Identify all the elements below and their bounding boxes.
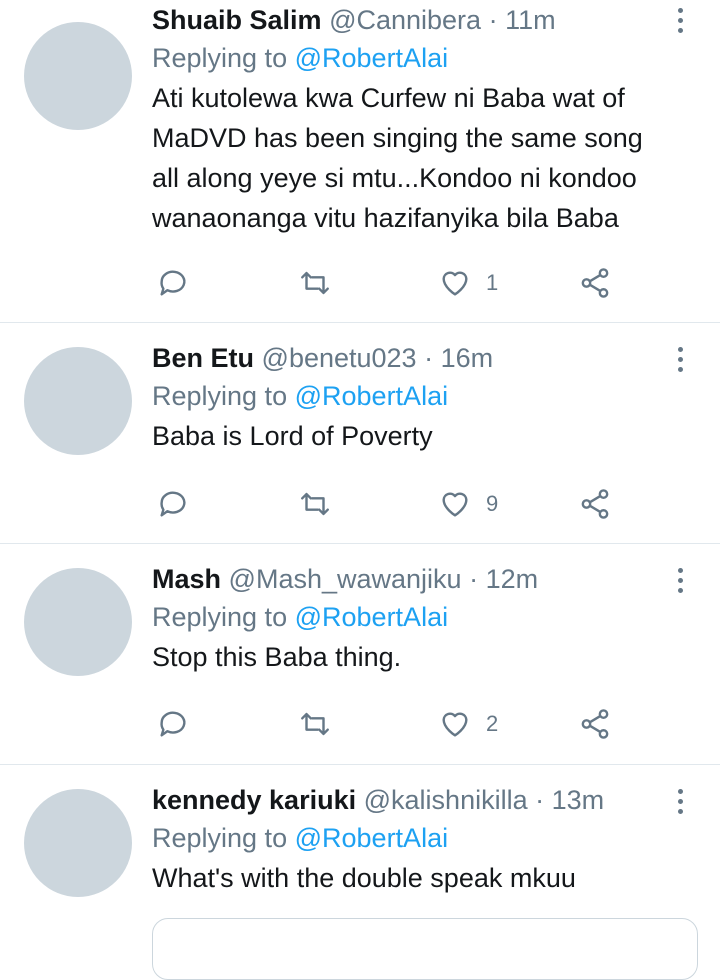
- heart-icon: [442, 271, 468, 296]
- reply-icon: [160, 270, 186, 296]
- share-icon: [581, 709, 609, 739]
- tweet-text-line: Baba is Lord of Poverty: [152, 421, 433, 451]
- tweet-header: Mash @Mash_wawanjiku · 12m: [152, 561, 680, 597]
- tweet-text: Ati kutolewa kwa Curfew ni Baba wat of M…: [152, 78, 680, 238]
- tweet-actions: 1: [152, 263, 632, 303]
- share-icon: [581, 268, 609, 298]
- tweet-actions: 9: [152, 484, 632, 524]
- mention-link[interactable]: @RobertAlai: [295, 43, 448, 73]
- tweet-text-line: What's with the double speak mkuu: [152, 863, 576, 893]
- display-name[interactable]: Shuaib Salim: [152, 5, 322, 35]
- tweet-actions: 2: [152, 704, 632, 744]
- separator: ·: [488, 5, 498, 35]
- share-button[interactable]: [578, 263, 612, 303]
- share-button[interactable]: [578, 484, 612, 524]
- tweet-text-line: all along yeye si mtu...Kondoo ni kondoo: [152, 163, 637, 193]
- separator: ·: [424, 343, 434, 373]
- user-handle[interactable]: @kalishnikilla: [364, 785, 528, 815]
- embedded-quote-card[interactable]: [152, 918, 698, 980]
- heart-icon: [442, 712, 468, 737]
- display-name[interactable]: Mash: [152, 564, 221, 594]
- replying-prefix: Replying to: [152, 823, 288, 853]
- tweet-item[interactable]: Shuaib Salim @Cannibera · 11m Replying t…: [0, 0, 720, 323]
- tweet-item[interactable]: Mash @Mash_wawanjiku · 12m Replying to @…: [0, 544, 720, 765]
- replying-to: Replying to @RobertAlai: [152, 376, 680, 416]
- reply-button[interactable]: [156, 704, 190, 744]
- tweet-header: Shuaib Salim @Cannibera · 11m: [152, 2, 680, 38]
- tweet-header: kennedy kariuki @kalishnikilla · 13m: [152, 782, 680, 818]
- reply-icon: [160, 491, 186, 517]
- avatar[interactable]: [24, 22, 132, 130]
- retweet-icon: [301, 712, 329, 736]
- avatar[interactable]: [24, 347, 132, 455]
- replying-prefix: Replying to: [152, 43, 288, 73]
- separator: ·: [469, 564, 479, 594]
- share-icon: [581, 489, 609, 519]
- replying-prefix: Replying to: [152, 381, 288, 411]
- replying-to: Replying to @RobertAlai: [152, 818, 680, 858]
- timestamp[interactable]: 11m: [505, 5, 556, 35]
- user-handle[interactable]: @Mash_wawanjiku: [229, 564, 462, 594]
- like-count: 9: [486, 491, 499, 516]
- tweet-text: Baba is Lord of Poverty: [152, 416, 680, 456]
- replying-prefix: Replying to: [152, 602, 288, 632]
- timestamp[interactable]: 16m: [441, 343, 494, 373]
- like-button[interactable]: 1: [438, 263, 498, 303]
- separator: ·: [535, 785, 545, 815]
- avatar[interactable]: [24, 568, 132, 676]
- tweet-item[interactable]: Ben Etu @benetu023 · 16m Replying to @Ro…: [0, 323, 720, 544]
- user-handle[interactable]: @Cannibera: [329, 5, 481, 35]
- tweet-text-line: MaDVD has been singing the same song: [152, 123, 643, 153]
- heart-icon: [442, 492, 468, 517]
- replying-to: Replying to @RobertAlai: [152, 38, 680, 78]
- display-name[interactable]: kennedy kariuki: [152, 785, 356, 815]
- reply-button[interactable]: [156, 263, 190, 303]
- display-name[interactable]: Ben Etu: [152, 343, 254, 373]
- timestamp[interactable]: 13m: [552, 785, 605, 815]
- timestamp[interactable]: 12m: [486, 564, 539, 594]
- like-count: 2: [486, 711, 499, 736]
- retweet-icon: [301, 492, 329, 516]
- user-handle[interactable]: @benetu023: [262, 343, 417, 373]
- tweet-text-line: Ati kutolewa kwa Curfew ni Baba wat of: [152, 83, 625, 113]
- tweet-text-line: wanaonanga vitu hazifanyika bila Baba: [152, 203, 619, 233]
- mention-link[interactable]: @RobertAlai: [295, 381, 448, 411]
- retweet-button[interactable]: [298, 484, 332, 524]
- like-count: 1: [486, 270, 499, 295]
- tweet-text: What's with the double speak mkuu: [152, 858, 680, 898]
- retweet-button[interactable]: [298, 263, 332, 303]
- mention-link[interactable]: @RobertAlai: [295, 823, 448, 853]
- like-button[interactable]: 2: [438, 704, 498, 744]
- tweet-text-line: Stop this Baba thing.: [152, 642, 402, 672]
- like-button[interactable]: 9: [438, 484, 498, 524]
- reply-icon: [160, 711, 186, 737]
- replying-to: Replying to @RobertAlai: [152, 597, 680, 637]
- reply-button[interactable]: [156, 484, 190, 524]
- retweet-icon: [301, 271, 329, 295]
- tweet-header: Ben Etu @benetu023 · 16m: [152, 340, 680, 376]
- mention-link[interactable]: @RobertAlai: [295, 602, 448, 632]
- avatar[interactable]: [24, 789, 132, 897]
- tweet-text: Stop this Baba thing.: [152, 637, 680, 677]
- share-button[interactable]: [578, 704, 612, 744]
- retweet-button[interactable]: [298, 704, 332, 744]
